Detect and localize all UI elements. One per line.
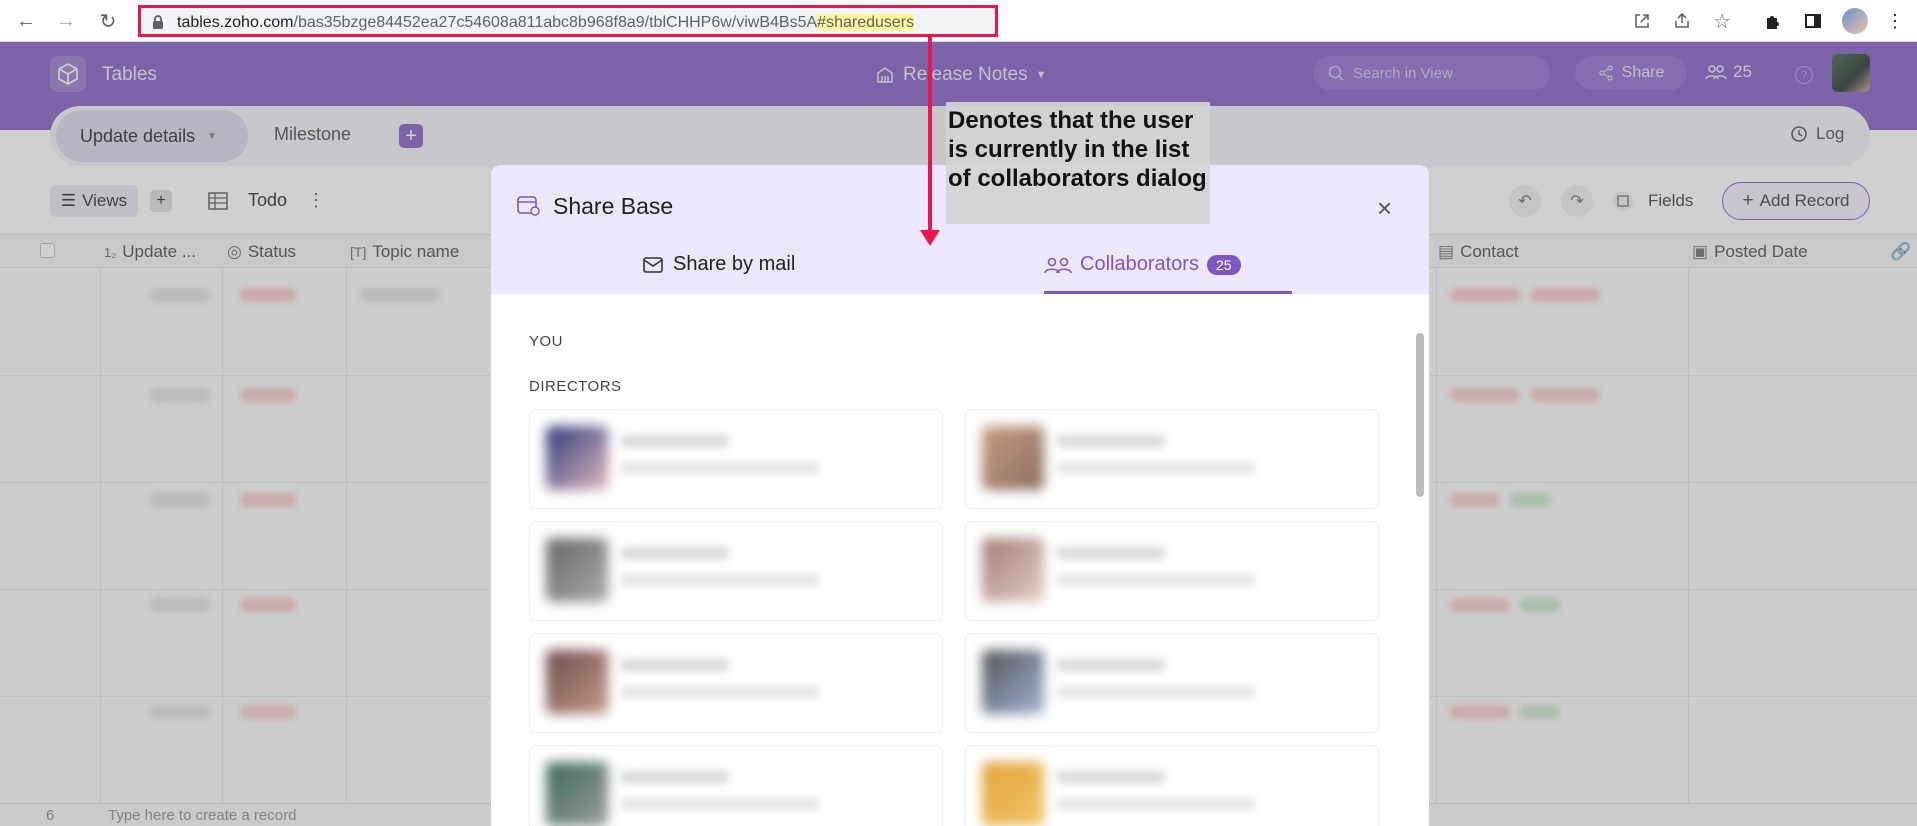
collaborator-name <box>620 658 730 672</box>
collaborator-avatar <box>546 650 608 714</box>
dialog-title: Share Base <box>553 193 674 219</box>
annotation-arrow <box>928 36 932 236</box>
collaborator-email <box>620 462 820 474</box>
collaborators-badge: 25 <box>1206 254 1241 275</box>
side-panel-icon[interactable] <box>1802 10 1824 32</box>
section-you: YOU <box>529 333 564 350</box>
collaborator-email <box>1056 798 1256 810</box>
reload-icon[interactable]: ↻ <box>96 9 120 33</box>
collaborator-name <box>1056 770 1166 784</box>
share-base-icon <box>517 196 540 216</box>
collaborator-name <box>620 546 730 560</box>
collaborator-name <box>620 434 730 448</box>
tab-collaborators[interactable]: Collaborators 25 <box>1044 253 1241 276</box>
collaborator-card[interactable] <box>530 746 942 826</box>
tab-share-by-mail[interactable]: Share by mail <box>643 253 795 276</box>
mail-icon <box>643 256 663 273</box>
url-domain: tables.zoho.com <box>177 14 294 31</box>
url-hash: #sharedusers <box>817 14 915 31</box>
collaborator-name <box>620 770 730 784</box>
collaborator-email <box>1056 574 1256 586</box>
section-directors: DIRECTORS <box>529 378 622 395</box>
collaborator-email <box>1056 686 1256 698</box>
dialog-scrollbar[interactable] <box>1416 333 1424 497</box>
collaborator-avatar <box>546 762 608 826</box>
collaborator-name <box>1056 658 1166 672</box>
collaborator-email <box>620 798 820 810</box>
share-base-dialog: Share Base × Share by mail Collaborators… <box>491 165 1429 826</box>
collaborator-avatar <box>546 538 608 602</box>
collaborator-card[interactable] <box>530 522 942 620</box>
back-icon[interactable]: ← <box>14 9 38 33</box>
collaborator-avatar <box>982 538 1044 602</box>
collaborator-card[interactable] <box>966 634 1378 732</box>
collaborator-email <box>620 574 820 586</box>
profile-avatar[interactable] <box>1842 8 1868 34</box>
annotation-callout: Denotes that the user is currently in th… <box>946 102 1210 224</box>
collaborator-avatar <box>982 762 1044 826</box>
active-tab-indicator <box>1044 291 1292 294</box>
collaborator-card[interactable] <box>530 634 942 732</box>
tab-collaborators-label: Collaborators <box>1080 253 1199 275</box>
users-icon <box>1044 257 1072 273</box>
url-text: tables.zoho.com/bas35bzge84452ea27c54608… <box>177 14 915 32</box>
collaborator-card[interactable] <box>966 522 1378 620</box>
bookmark-star-icon[interactable]: ☆ <box>1711 10 1733 33</box>
collaborator-name <box>1056 434 1166 448</box>
collaborator-card[interactable] <box>966 410 1378 508</box>
extensions-icon[interactable] <box>1762 10 1784 32</box>
open-external-icon[interactable] <box>1631 10 1653 32</box>
address-bar[interactable]: tables.zoho.com/bas35bzge84452ea27c54608… <box>138 5 998 37</box>
collaborator-email <box>620 686 820 698</box>
collaborator-avatar <box>982 426 1044 490</box>
browser-menu-icon[interactable]: ⋮ <box>1884 10 1906 32</box>
collaborator-avatar <box>546 426 608 490</box>
collaborator-name <box>1056 546 1166 560</box>
close-icon[interactable]: × <box>1377 193 1392 224</box>
share-page-icon[interactable] <box>1671 10 1693 32</box>
collaborator-card[interactable] <box>966 746 1378 826</box>
forward-icon[interactable]: → <box>54 9 78 33</box>
lock-icon <box>153 15 163 29</box>
browser-toolbar: ← → ↻ tables.zoho.com/bas35bzge84452ea27… <box>0 0 1917 42</box>
url-path: /bas35bzge84452ea27c54608a811abc8b968f8a… <box>293 14 818 31</box>
annotation-arrowhead <box>920 230 940 246</box>
collaborator-card[interactable] <box>530 410 942 508</box>
tab-share-by-mail-label: Share by mail <box>673 253 796 275</box>
collaborator-email <box>1056 462 1256 474</box>
collaborator-avatar <box>982 650 1044 714</box>
